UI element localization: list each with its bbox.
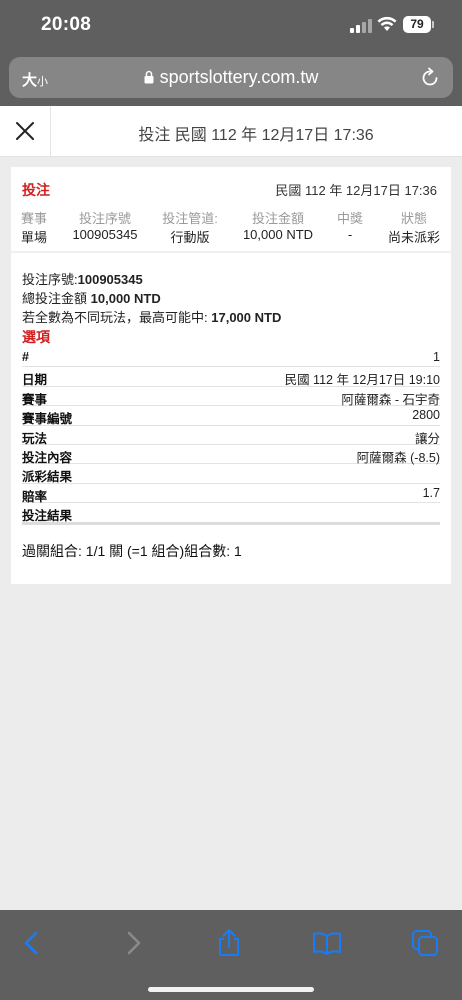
bet-label: 投注 — [22, 182, 50, 198]
browser-address-area: 大小 sportslottery.com.tw — [0, 52, 462, 106]
table-row: 玩法 讓分 — [22, 426, 440, 446]
row-value: 2800 — [412, 408, 440, 423]
row-value: 1.7 — [422, 485, 440, 500]
table-bottom-divider — [22, 522, 440, 525]
status-time: 20:08 — [41, 14, 92, 35]
status-bar: 20:08 79 — [0, 0, 462, 52]
row-key: 日期 — [22, 373, 48, 388]
row-key: 賠率 — [22, 489, 48, 504]
options-table: #1 日期 民國 112 年 12月17日 19:10 賽事 阿薩爾森 - 石宇奇 … — [22, 348, 440, 523]
row-value: 阿薩爾森 (-8.5) — [356, 450, 440, 465]
parlay-summary: 過關組合: 1/1 關 (=1 組合)組合數: 1 — [22, 543, 242, 559]
row-value: 1 — [433, 350, 440, 364]
serial-label: 投注序號: — [22, 272, 78, 287]
total-value: 10,000 NTD — [90, 291, 161, 306]
row-value: 民國 112 年 12月17日 19:10 — [284, 373, 440, 388]
table-row: #1 — [22, 348, 440, 368]
row-value: 讓分 — [414, 431, 440, 446]
cellular-signal-icon — [350, 18, 372, 33]
options-title: 選項 — [22, 329, 50, 345]
forward-icon[interactable] — [118, 928, 148, 958]
page-title: 投注 民國 112 年 12月17日 17:36 — [138, 127, 374, 144]
total-label: 總投注金額 — [22, 291, 88, 306]
serial-line: 投注序號:100905345 — [22, 269, 143, 288]
row-key: 派彩結果 — [22, 470, 73, 485]
bookmarks-icon[interactable] — [312, 928, 342, 958]
row-key: 投注內容 — [22, 450, 73, 465]
row-value: 阿薩爾森 - 石宇奇 — [341, 392, 440, 407]
max-win-value: 17,000 NTD — [211, 310, 282, 325]
reload-icon[interactable] — [419, 67, 441, 89]
browser-toolbar — [0, 910, 462, 1000]
row-key: # — [22, 350, 29, 364]
back-icon[interactable] — [17, 928, 47, 958]
row-key: 賽事編號 — [22, 412, 73, 427]
max-win-label: 若全數為不同玩法，最高可能中: — [22, 310, 208, 325]
bet-detail-card: 投注 民國 112 年 12月17日 17:36 賽事 單場 投注序號 1009… — [11, 167, 451, 584]
table-row: 賽事編號 2800 — [22, 406, 440, 427]
tabs-icon[interactable] — [410, 928, 440, 958]
summary-header: 狀態 — [400, 211, 427, 226]
wifi-icon — [377, 16, 397, 31]
battery-indicator: 79 — [403, 16, 431, 33]
row-key: 玩法 — [22, 431, 48, 446]
battery-tip — [432, 21, 434, 28]
table-row: 日期 民國 112 年 12月17日 19:10 — [22, 367, 440, 388]
table-row: 賽事 阿薩爾森 - 石宇奇 — [22, 387, 440, 407]
page-header: 投注 民國 112 年 12月17日 17:36 — [0, 106, 462, 157]
summary-value: 行動版 — [170, 230, 210, 245]
share-icon[interactable] — [214, 928, 244, 958]
url-text: sportslottery.com.tw — [159, 67, 319, 87]
summary-value: 100905345 — [72, 227, 138, 242]
address-bar[interactable]: 大小 sportslottery.com.tw — [9, 57, 453, 98]
table-row: 投注結果 — [22, 503, 440, 523]
summary-header: 投注序號 — [78, 211, 131, 226]
bet-date: 民國 112 年 12月17日 17:36 — [275, 183, 437, 198]
max-win-line: 若全數為不同玩法，最高可能中: 17,000 NTD — [22, 307, 281, 326]
home-indicator — [148, 987, 314, 992]
lock-icon — [144, 70, 154, 84]
summary-value: 尚未派彩 — [387, 230, 440, 245]
url-display[interactable]: sportslottery.com.tw — [9, 67, 453, 88]
table-row: 投注內容 阿薩爾森 (-8.5) — [22, 445, 440, 465]
summary-header: 投注管道: — [162, 211, 218, 226]
serial-value: 100905345 — [77, 272, 143, 287]
close-icon[interactable] — [14, 120, 36, 142]
total-line: 總投注金額 10,000 NTD — [22, 288, 161, 307]
row-key: 賽事 — [22, 392, 48, 407]
table-row: 賠率 1.7 — [22, 484, 440, 504]
bet-summary: 投注 民國 112 年 12月17日 17:36 賽事 單場 投注序號 1009… — [11, 167, 451, 253]
table-row: 派彩結果 — [22, 464, 440, 485]
